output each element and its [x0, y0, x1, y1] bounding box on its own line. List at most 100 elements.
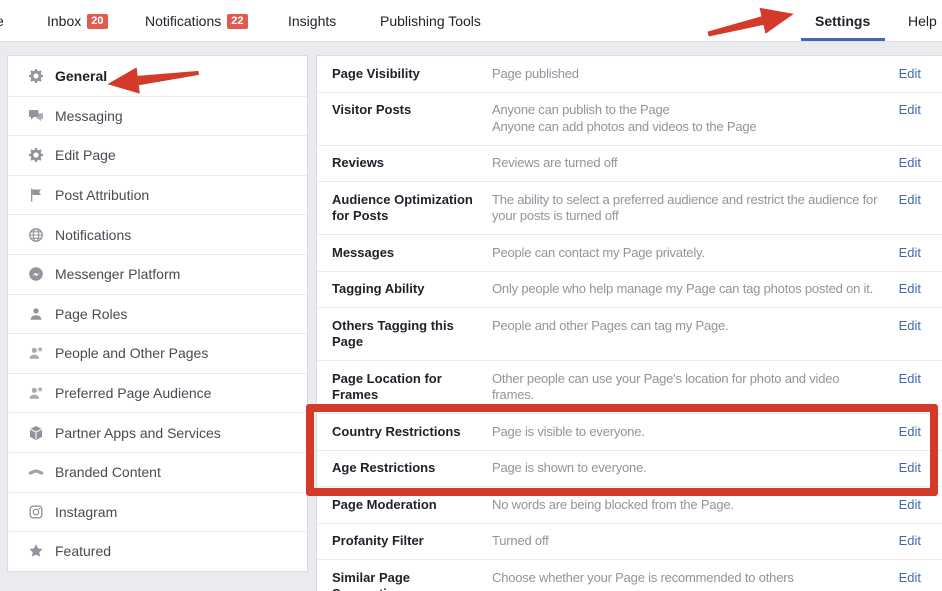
sidebar-item-label: Edit Page: [55, 147, 116, 163]
sidebar-item-post-attribution[interactable]: Post Attribution: [8, 175, 307, 215]
sidebar-item-label: General: [55, 68, 107, 84]
setting-value: People and other Pages can tag my Page.: [492, 318, 884, 335]
nav-tab-publishing-tools[interactable]: Publishing Tools: [380, 0, 481, 42]
gear-icon: [28, 147, 44, 163]
sidebar-item-notifications[interactable]: Notifications: [8, 214, 307, 254]
setting-value: Turned off: [492, 533, 884, 550]
sidebar-item-label: Preferred Page Audience: [55, 385, 211, 401]
clipped-tab-label: e: [0, 0, 4, 42]
setting-value: Other people can use your Page's locatio…: [492, 371, 884, 404]
sidebar-item-featured[interactable]: Featured: [8, 531, 307, 571]
setting-value: Reviews are turned off: [492, 155, 884, 172]
sidebar-item-label: Post Attribution: [55, 187, 149, 203]
settings-row-page-location-for-frames: Page Location for Frames Other people ca…: [317, 361, 942, 414]
setting-value: Page is shown to everyone.: [492, 460, 884, 477]
edit-link[interactable]: Edit: [899, 570, 921, 587]
edit-link[interactable]: Edit: [899, 497, 921, 514]
nav-tab-label: Notifications: [145, 13, 221, 29]
sidebar-item-general[interactable]: General: [8, 56, 307, 96]
edit-link[interactable]: Edit: [899, 460, 921, 477]
person-icon: [28, 306, 44, 322]
settings-row-page-visibility: Page Visibility Page published Edit: [317, 56, 942, 93]
setting-value: People can contact my Page privately.: [492, 245, 884, 262]
settings-row-reviews: Reviews Reviews are turned off Edit: [317, 146, 942, 183]
gear-icon: [28, 68, 44, 84]
setting-name: Reviews: [332, 155, 492, 172]
settings-row-visitor-posts: Visitor Posts Anyone can publish to the …: [317, 93, 942, 146]
nav-tab-label: Insights: [288, 13, 336, 29]
person-star-icon: [28, 345, 44, 361]
edit-link[interactable]: Edit: [899, 281, 921, 298]
unread-count-badge: 20: [87, 14, 107, 29]
setting-name: Page Visibility: [332, 66, 492, 83]
edit-link[interactable]: Edit: [899, 66, 921, 83]
sidebar-item-label: Partner Apps and Services: [55, 425, 221, 441]
setting-value: Page is visible to everyone.: [492, 424, 884, 441]
chat-icon: [28, 108, 44, 124]
general-settings-table: Page Visibility Page published Edit Visi…: [316, 55, 942, 591]
sidebar-item-branded-content[interactable]: Branded Content: [8, 452, 307, 492]
sidebar-item-label: Messenger Platform: [55, 266, 180, 282]
edit-link[interactable]: Edit: [899, 533, 921, 550]
setting-name: Messages: [332, 245, 492, 262]
setting-value: Page published: [492, 66, 884, 83]
sidebar-item-label: Notifications: [55, 227, 131, 243]
instagram-icon: [28, 504, 44, 520]
edit-link[interactable]: Edit: [899, 371, 921, 388]
setting-value: Choose whether your Page is recommended …: [492, 570, 884, 587]
setting-value: Anyone can publish to the PageAnyone can…: [492, 102, 884, 135]
sidebar-item-label: Branded Content: [55, 464, 161, 480]
edit-link[interactable]: Edit: [899, 318, 921, 335]
setting-value: Only people who help manage my Page can …: [492, 281, 884, 298]
edit-link[interactable]: Edit: [899, 102, 921, 119]
sidebar-item-partner-apps-and-services[interactable]: Partner Apps and Services: [8, 412, 307, 452]
flag-icon: [28, 187, 44, 203]
sidebar-item-edit-page[interactable]: Edit Page: [8, 135, 307, 175]
settings-row-country-restrictions: Country Restrictions Page is visible to …: [317, 414, 942, 451]
handshake-icon: [28, 464, 44, 480]
nav-tab-help[interactable]: Help: [908, 0, 937, 42]
setting-name: Visitor Posts: [332, 102, 492, 119]
nav-tab-insights[interactable]: Insights: [288, 0, 336, 42]
settings-row-messages: Messages People can contact my Page priv…: [317, 235, 942, 272]
setting-name: Page Location for Frames: [332, 371, 492, 404]
sidebar-item-label: Featured: [55, 543, 111, 559]
setting-name: Tagging Ability: [332, 281, 492, 298]
cube-icon: [28, 425, 44, 441]
sidebar-item-people-and-other-pages[interactable]: People and Other Pages: [8, 333, 307, 373]
sidebar-item-preferred-page-audience[interactable]: Preferred Page Audience: [8, 373, 307, 413]
edit-link[interactable]: Edit: [899, 424, 921, 441]
nav-tab-notifications[interactable]: Notifications 22: [145, 0, 248, 42]
edit-link[interactable]: Edit: [899, 155, 921, 172]
setting-name: Others Tagging this Page: [332, 318, 492, 351]
person-star-icon: [28, 385, 44, 401]
settings-row-tagging-ability: Tagging Ability Only people who help man…: [317, 272, 942, 309]
sidebar-item-messaging[interactable]: Messaging: [8, 96, 307, 136]
edit-link[interactable]: Edit: [899, 192, 921, 209]
settings-row-page-moderation: Page Moderation No words are being block…: [317, 487, 942, 524]
setting-name: Audience Optimization for Posts: [332, 192, 492, 225]
settings-row-age-restrictions: Age Restrictions Page is shown to everyo…: [317, 451, 942, 488]
setting-name: Age Restrictions: [332, 460, 492, 477]
edit-link[interactable]: Edit: [899, 245, 921, 262]
sidebar-item-label: People and Other Pages: [55, 345, 208, 361]
sidebar-item-label: Instagram: [55, 504, 117, 520]
setting-name: Country Restrictions: [332, 424, 492, 441]
unread-count-badge: 22: [227, 14, 247, 29]
active-tab-underline-icon: [801, 38, 885, 41]
globe-icon: [28, 227, 44, 243]
setting-value: No words are being blocked from the Page…: [492, 497, 884, 514]
nav-tab-label: Help: [908, 13, 937, 29]
sidebar-item-label: Messaging: [55, 108, 123, 124]
nav-tab-inbox[interactable]: Inbox 20: [47, 0, 108, 42]
sidebar-item-messenger-platform[interactable]: Messenger Platform: [8, 254, 307, 294]
nav-tab-label: Settings: [815, 13, 870, 29]
settings-row-profanity-filter: Profanity Filter Turned off Edit: [317, 524, 942, 561]
setting-name: Profanity Filter: [332, 533, 492, 550]
settings-sidebar: General Messaging Edit Page Post Attribu…: [7, 55, 308, 572]
sidebar-item-page-roles[interactable]: Page Roles: [8, 294, 307, 334]
nav-tab-label: Inbox: [47, 13, 81, 29]
nav-tab-settings[interactable]: Settings: [815, 0, 870, 42]
setting-name: Similar Page Suggestions: [332, 570, 492, 591]
sidebar-item-instagram[interactable]: Instagram: [8, 492, 307, 532]
